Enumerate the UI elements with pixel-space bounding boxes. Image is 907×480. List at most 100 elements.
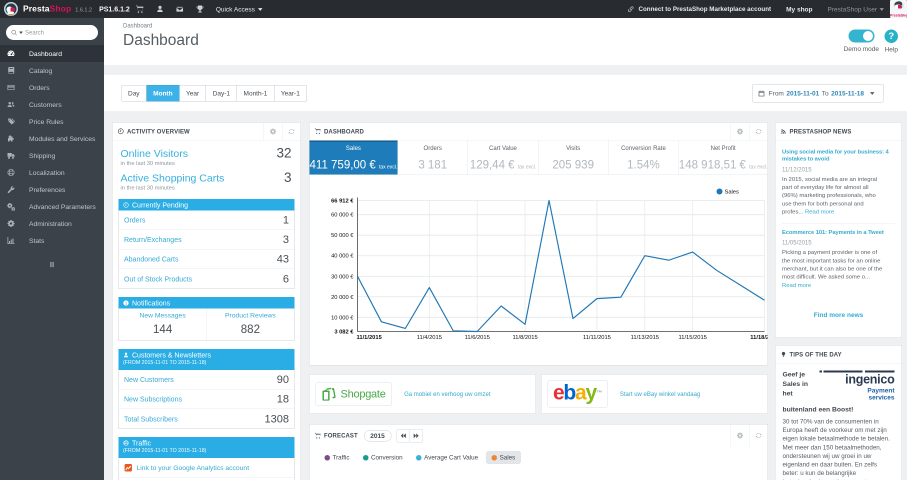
quick-access-menu[interactable]: Quick Access [216,5,263,13]
kpi-cart-value[interactable]: Cart Value 129,44 € tax excl. [467,140,538,175]
pending-orders-row[interactable]: Orders 1 [119,211,294,230]
kpis-suffix: tax excl. [517,164,537,171]
sidebar-item-price-rules[interactable]: Price Rules [0,113,104,130]
traffic-subtitle: (FROM 2015-11-01 TO 2015-11-18) [123,447,207,454]
panel-refresh-button[interactable] [749,424,768,447]
kpi-net-profit[interactable]: Net Profit 148 918,51 € tax excl. [678,140,767,175]
range-day-1-button[interactable]: Day-1 [206,85,238,102]
online-visitors-value: 32 [276,145,292,161]
svg-text:40 000 €: 40 000 € [331,254,354,260]
sidebar-item-orders[interactable]: Orders [0,79,104,96]
brand-name[interactable]: PrestaShop [23,4,71,14]
lightbulb-icon [781,351,787,357]
sidebar-item-stats[interactable]: Stats [0,232,104,249]
cols-value: 882 [240,322,260,336]
sidebar-collapse-button[interactable] [0,260,104,269]
date-range-picker[interactable]: From 2015-11-01 To 2015-11-18 [752,84,884,103]
total-subscribers-row[interactable]: Total Subscribers 1308 [119,409,294,429]
stats-icon[interactable] [190,5,210,13]
legend-traffic[interactable]: Traffic [320,452,355,464]
kpis-label: Orders [423,144,442,152]
new-customers-row[interactable]: New Customers 90 [119,370,294,390]
my-shop-link[interactable]: My shop [786,5,812,13]
forecast-prev-button[interactable] [396,428,410,443]
kpi-orders[interactable]: Orders 3 181 [397,140,467,175]
active-carts-link[interactable]: Active Shopping Carts [121,173,225,185]
read-more-link[interactable]: Read more [805,208,834,215]
kpi-sales[interactable]: Sales 411 759,00 € tax excl. [309,140,398,175]
sidebar-item-catalog[interactable]: Catalog [0,62,104,79]
forecast-next-button[interactable] [409,428,423,443]
sidebar-item-localization[interactable]: Localization [0,164,104,181]
prestashop-logo[interactable] [4,2,18,16]
tip-body: 30 tot 70% van de consumenten in Europa … [782,417,890,480]
legend-sales[interactable]: Sales [486,451,521,464]
page-header: Dashboard Dashboard Demo mode ? Help [104,18,907,66]
kpis-label: Sales [345,144,361,152]
new-subscriptions-row[interactable]: New Subscriptions 18 [119,390,294,409]
sidebar-search[interactable] [6,25,98,40]
demo-mode-toggle[interactable] [848,29,875,43]
google-analytics-link[interactable]: Link to your Google Analytics account [119,458,294,478]
ebay-logo: e b a y ™ [547,380,608,408]
sidebar-item-shipping[interactable]: Shipping [0,147,104,164]
ebay-link[interactable]: Start uw eBay winkel vandaag [620,391,700,398]
avatar[interactable]: PrestaShop [890,0,907,18]
cart-icon[interactable] [130,5,150,14]
clock-icon [123,202,129,208]
wrench-icon [7,186,15,194]
product-reviews-cell[interactable]: Product Reviews 882 [206,308,294,341]
legend-average-cart-value[interactable]: Average Cart Value [411,452,483,464]
sales-line-chart: 66 912 € 60 000 € 50 000 € 40 000 € 30 000 €… [331,188,768,341]
sidebar-item-modules[interactable]: Modules and Services [0,130,104,147]
range-month-1-button[interactable]: Month-1 [237,85,275,102]
forecast-panel: FORECAST 2015 Traffic Conversion Average… [309,424,768,480]
pending-returns-row[interactable]: Return/Exchanges 3 [119,230,294,250]
news-title-link[interactable]: Using social media for your business: 4 … [782,149,895,163]
new-messages-cell[interactable]: New Messages 144 [119,309,206,341]
sidebar-item-administration[interactable]: Administration [0,215,104,232]
sidebar-item-advanced-parameters[interactable]: Advanced Parameters [0,198,104,215]
notifications-title: Notifications [132,298,171,307]
online-visitors-link[interactable]: Online Visitors [121,148,189,160]
sidebar: Dashboard Catalog Orders Customers Price… [0,18,104,480]
messages-icon[interactable] [170,5,190,13]
ebay-ad-card[interactable]: e b a y ™ Start uw eBay winkel vandaag [541,374,768,414]
shopgate-ad-card[interactable]: Shopgate Ga mobiel en verhoog uw omzet [309,374,536,414]
range-day-button[interactable]: Day [121,85,147,102]
abandoned-carts-row[interactable]: Abandoned Carts 43 [119,250,294,269]
user-menu[interactable]: PrestaShop User [828,5,885,13]
read-more-link[interactable]: Read more [782,281,811,288]
sidebar-item-customers[interactable]: Customers [0,96,104,113]
search-input[interactable] [25,29,80,36]
panel-refresh-button[interactable] [282,122,301,140]
help-button[interactable]: ? [884,29,898,43]
panel-refresh-button[interactable] [749,122,768,140]
legend-conversion[interactable]: Conversion [358,452,408,464]
legend-label: Sales [499,454,516,461]
shop-name[interactable]: PS1.6.1.2 [99,5,130,13]
panel-settings-button[interactable] [263,122,283,140]
marketplace-link[interactable]: Connect to PrestaShop Marketplace accoun… [627,5,771,13]
svg-text:3 082 €: 3 082 € [334,330,354,336]
out-of-stock-row[interactable]: Out of Stock Products 6 [119,269,294,289]
kpi-conversion-rate[interactable]: Conversion Rate 1.54% [608,140,678,175]
sidebar-item-dashboard[interactable]: Dashboard [0,45,104,62]
panel-settings-button[interactable] [730,424,750,447]
main-content: Dashboard Dashboard Demo mode ? Help Day… [104,18,907,480]
rows-value: 3 [282,233,289,246]
sidebar-item-preferences[interactable]: Preferences [0,181,104,198]
range-year-button[interactable]: Year [179,85,207,102]
customers-icon[interactable] [150,5,170,13]
shopgate-link[interactable]: Ga mobiel en verhoog uw omzet [404,391,490,398]
range-year-1-button[interactable]: Year-1 [274,85,307,102]
range-month-button[interactable]: Month [146,85,180,102]
panel-settings-button[interactable] [730,122,750,140]
news-title-link[interactable]: Ecommerce 101: Payments in a Tweet [782,229,895,236]
ebay-letters: e [553,380,565,404]
items-label: Stats [29,236,45,245]
customers-title: Customers & Newsletters [132,351,211,359]
svg-text:11/4/2015: 11/4/2015 [417,335,442,341]
kpi-visits[interactable]: Visits 205 939 [537,140,608,175]
find-more-news-link[interactable]: Find more news [782,311,895,319]
